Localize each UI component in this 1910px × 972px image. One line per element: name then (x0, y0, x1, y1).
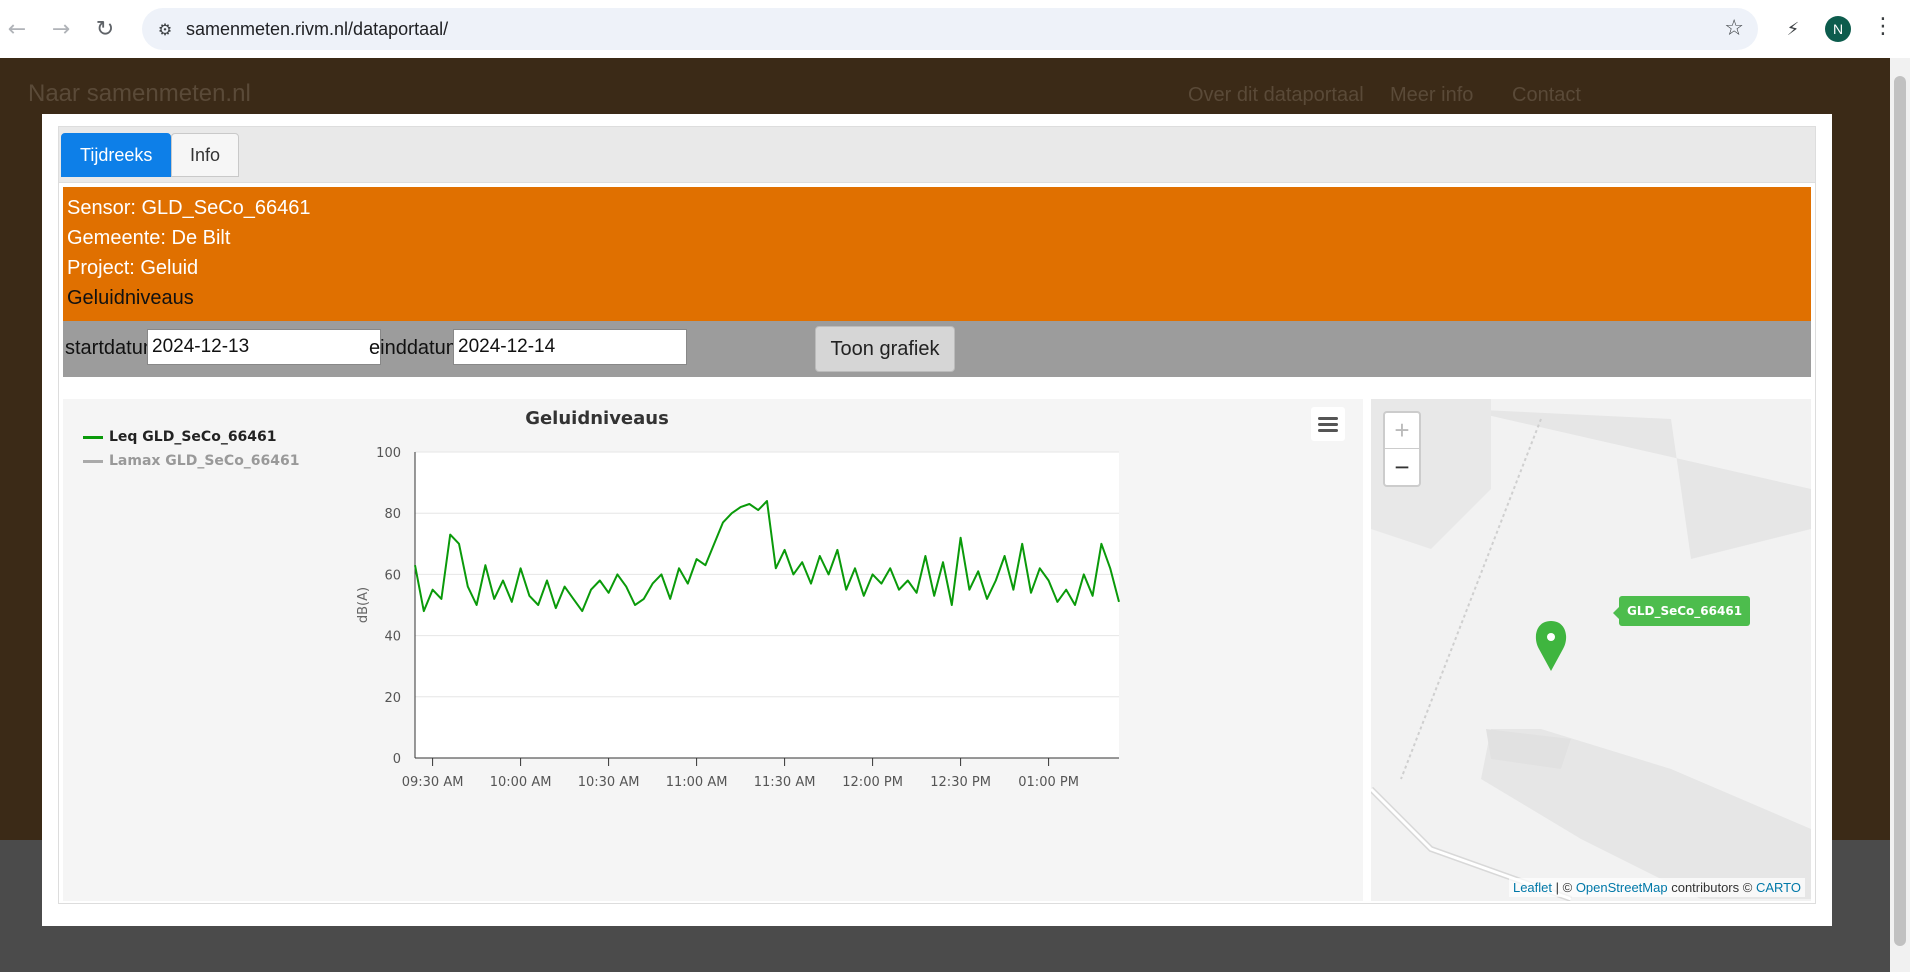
map-tiles (1371, 399, 1811, 901)
tab-info[interactable]: Info (171, 133, 240, 177)
y-tick-label: 80 (384, 507, 401, 522)
page-scrollbar[interactable] (1890, 58, 1910, 972)
x-tick-label: 12:00 PM (842, 775, 903, 790)
map-sensor-label[interactable]: GLD_SeCo_66461 (1612, 596, 1751, 626)
carto-link[interactable]: CARTO (1756, 880, 1801, 895)
bookmark-star-icon[interactable]: ☆ (1724, 16, 1744, 41)
show-chart-button[interactable]: Toon grafiek (815, 326, 955, 372)
scroll-thumb[interactable] (1894, 76, 1906, 946)
start-date-label: startdatum (65, 337, 160, 359)
legend-item-lamax[interactable]: Lamax GLD_SeCo_66461 (83, 449, 300, 473)
sensor-project: Project: Geluid (67, 257, 199, 279)
hamburger-icon (1318, 417, 1338, 432)
tab-bar: Tijdreeks Info (59, 127, 1815, 183)
x-tick-label: 11:00 AM (666, 775, 728, 790)
url-text[interactable]: samenmeten.rivm.nl/dataportaal/ (186, 19, 448, 40)
tab-tijdreeks[interactable]: Tijdreeks (61, 133, 172, 177)
zoom-out-button[interactable]: − (1385, 449, 1419, 485)
forward-icon[interactable]: → (46, 14, 76, 44)
map-marker-dot (1547, 633, 1555, 641)
performance-icon[interactable]: ⚡ (1778, 14, 1808, 44)
x-tick-label: 12:30 PM (930, 775, 991, 790)
attribution-contrib: contributors © (1671, 880, 1753, 895)
map-panel[interactable]: + − GLD_SeCo_66461 Leaflet | © OpenStree… (1371, 399, 1811, 901)
x-tick-label: 01:00 PM (1018, 775, 1079, 790)
modal-content: Tijdreeks Info Sensor: GLD_SeCo_66461 Ge… (58, 126, 1816, 904)
map-attribution: Leaflet | © OpenStreetMap contributors ©… (1508, 878, 1805, 897)
sensor-modal: Tijdreeks Info Sensor: GLD_SeCo_66461 Ge… (42, 114, 1832, 926)
zoom-control: + − (1383, 411, 1421, 487)
plot-area (415, 452, 1119, 758)
y-tick-label: 60 (384, 568, 401, 583)
legend-swatch-lamax (83, 459, 103, 463)
x-tick-label: 10:30 AM (578, 775, 640, 790)
legend-swatch-leq (83, 435, 103, 439)
y-axis-label: dB(A) (356, 587, 371, 623)
chart-menu-button[interactable] (1311, 407, 1345, 441)
nav-over: Over dit dataportaal (1188, 84, 1364, 106)
map-building (1461, 409, 1811, 559)
x-tick-label: 11:30 AM (754, 775, 816, 790)
y-tick-label: 0 (393, 752, 401, 767)
map-marker-icon[interactable] (1535, 621, 1567, 671)
x-tick-label: 10:00 AM (490, 775, 552, 790)
legend-label-lamax: Lamax GLD_SeCo_66461 (109, 453, 300, 469)
x-tick-label: 09:30 AM (402, 775, 464, 790)
legend-item-leq[interactable]: Leq GLD_SeCo_66461 (83, 425, 300, 449)
date-filter-bar: startdatum einddatum Toon grafiek (63, 321, 1811, 377)
chart-title: Geluidniveaus (525, 408, 669, 429)
address-bar[interactable]: ⚙ samenmeten.rivm.nl/dataportaal/ ☆ (142, 8, 1758, 50)
end-date-input[interactable] (453, 329, 687, 365)
end-date-label: einddatum (369, 337, 463, 359)
sensor-name: Sensor: GLD_SeCo_66461 (67, 197, 311, 219)
nav-contact: Contact (1512, 84, 1581, 106)
start-date-input[interactable] (147, 329, 381, 365)
chart-panel: Geluidniveaus 0 20 40 60 80 100 dB(A) 09:30 AM 10… (63, 399, 1363, 901)
sensor-measure-type: Geluidniveaus (67, 287, 194, 309)
y-tick-label: 100 (376, 446, 401, 461)
sensor-gemeente: Gemeente: De Bilt (67, 227, 231, 249)
back-icon[interactable]: ← (2, 14, 32, 44)
legend-label-leq: Leq GLD_SeCo_66461 (109, 429, 277, 445)
leaflet-link[interactable]: Leaflet (1513, 880, 1552, 895)
browser-toolbar: ← → ↻ ⚙ samenmeten.rivm.nl/dataportaal/ … (0, 0, 1910, 58)
reload-icon[interactable]: ↻ (90, 14, 120, 44)
nav-meer-info: Meer info (1390, 84, 1474, 106)
sensor-info-panel: Sensor: GLD_SeCo_66461 Gemeente: De Bilt… (63, 187, 1811, 321)
browser-menu-icon[interactable]: ⋮ (1872, 14, 1894, 39)
zoom-in-button[interactable]: + (1385, 413, 1419, 449)
site-title: Naar samenmeten.nl (28, 80, 251, 107)
chart-svg: Geluidniveaus 0 20 40 60 80 100 dB(A) 09:30 AM 10… (356, 408, 1120, 790)
profile-avatar[interactable]: N (1825, 16, 1851, 42)
site-settings-icon[interactable]: ⚙ (154, 18, 176, 40)
y-tick-label: 40 (384, 630, 401, 645)
y-tick-label: 20 (384, 691, 401, 706)
chart-legend: Leq GLD_SeCo_66461 Lamax GLD_SeCo_66461 (83, 425, 300, 473)
osm-link[interactable]: OpenStreetMap (1576, 880, 1668, 895)
